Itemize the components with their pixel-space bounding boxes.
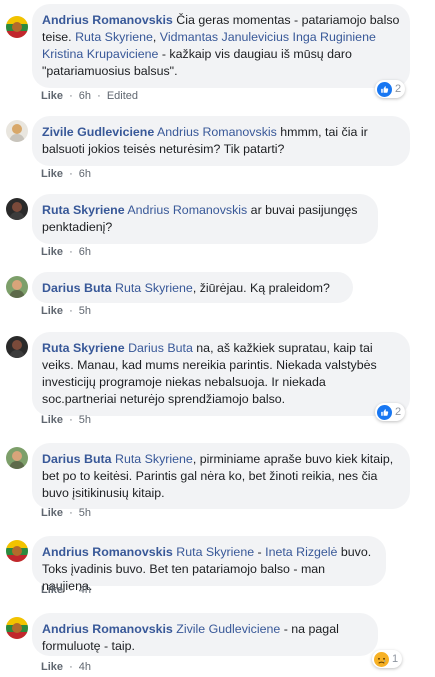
avatar-flag[interactable] (6, 540, 28, 562)
comment-time[interactable]: 4h (79, 584, 91, 596)
like-button[interactable]: Like (41, 661, 63, 673)
comment-actions: Like · 6h (41, 168, 92, 180)
like-button[interactable]: Like (41, 90, 63, 102)
comment-text: - (254, 545, 266, 559)
comment-bubble: Andrius Romanovskis Čia geras momentas -… (32, 4, 410, 88)
comment-time[interactable]: 4h (79, 661, 91, 673)
like-button[interactable]: Like (41, 246, 63, 258)
comment-time[interactable]: 5h (79, 414, 91, 426)
sad-reaction-icon (374, 651, 389, 667)
comment-bubble: Ruta Skyriene Darius Buta na, aš kažkiek… (32, 332, 410, 416)
mention-link[interactable]: Vidmantas Janulevicius (160, 30, 289, 44)
reaction-summary[interactable]: 2 (375, 80, 406, 98)
comment-bubble: Darius Buta Ruta Skyriene, žiūrėjau. Ką … (32, 272, 353, 303)
mention-link[interactable]: Ruta Skyriene (115, 452, 193, 466)
avatar-photo[interactable] (6, 276, 28, 298)
mention-link[interactable]: Inga Ruginiene (293, 30, 376, 44)
avatar-photo[interactable] (6, 198, 28, 220)
comment-actions: Like · 5h (41, 507, 92, 519)
comment-bubble: Ruta Skyriene Andrius Romanovskis ar buv… (32, 194, 378, 244)
comment-author[interactable]: Zivile Gudleviciene (42, 125, 154, 139)
comment-text: , žiūrėjau. Ką praleidom? (192, 281, 330, 295)
comment-bubble: Zivile Gudleviciene Andrius Romanovskis … (32, 116, 410, 166)
like-button[interactable]: Like (41, 168, 63, 180)
mention-link[interactable]: Andrius Romanovskis (157, 125, 277, 139)
like-reaction-icon (377, 404, 392, 420)
like-button[interactable]: Like (41, 305, 63, 317)
avatar-flag[interactable] (6, 617, 28, 639)
comment-author[interactable]: Ruta Skyriene (42, 341, 125, 355)
avatar-photo[interactable] (6, 336, 28, 358)
like-reaction-icon (377, 81, 392, 97)
comment-author[interactable]: Andrius Romanovskis (42, 545, 173, 559)
comment-author[interactable]: Andrius Romanovskis (42, 622, 173, 636)
comment-time[interactable]: 6h (79, 90, 91, 102)
comment-time[interactable]: 6h (79, 246, 91, 258)
comment-bubble: Darius Buta Ruta Skyriene, pirminiame ap… (32, 443, 410, 509)
comment-actions: Like · 4h (41, 584, 92, 596)
reaction-count: 2 (395, 406, 402, 418)
mention-link[interactable]: Kristina Krupaviciene (42, 47, 158, 61)
comment-text: , (152, 30, 160, 44)
mention-link[interactable]: Andrius Romanovskis (127, 203, 247, 217)
avatar-flag[interactable] (6, 16, 28, 38)
reaction-summary[interactable]: 1 (372, 650, 403, 668)
mention-link[interactable]: Ruta Skyriene (115, 281, 193, 295)
comment-time[interactable]: 5h (79, 305, 91, 317)
comment-author[interactable]: Darius Buta (42, 452, 112, 466)
like-button[interactable]: Like (41, 414, 63, 426)
comment-actions: Like · 4h (41, 661, 92, 673)
comment-actions: Like · 6h (41, 246, 92, 258)
comment-time[interactable]: 6h (79, 168, 91, 180)
like-button[interactable]: Like (41, 584, 63, 596)
edited-label[interactable]: Edited (107, 90, 138, 102)
reaction-count: 2 (395, 83, 402, 95)
comment-actions: Like · 5h (41, 414, 92, 426)
mention-link[interactable]: Darius Buta (128, 341, 193, 355)
mention-link[interactable]: Ruta Skyriene (176, 545, 254, 559)
comment-time[interactable]: 5h (79, 507, 91, 519)
mention-link[interactable]: Ineta Rizgelė (265, 545, 337, 559)
mention-link[interactable]: Zivile Gudleviciene (176, 622, 280, 636)
comment-bubble: Andrius Romanovskis Ruta Skyriene - Inet… (32, 536, 386, 593)
reaction-count: 1 (392, 653, 399, 665)
comment-author[interactable]: Andrius Romanovskis (42, 13, 173, 27)
avatar-photo[interactable] (6, 120, 28, 142)
comment-author[interactable]: Ruta Skyriene (42, 203, 125, 217)
mention-link[interactable]: Ruta Skyriene (75, 30, 153, 44)
comment-author[interactable]: Darius Buta (42, 281, 112, 295)
comment-actions: Like · 6h · Edited (41, 90, 139, 102)
avatar-photo[interactable] (6, 447, 28, 469)
comment-actions: Like · 5h (41, 305, 92, 317)
reaction-summary[interactable]: 2 (375, 403, 406, 421)
comment-bubble: Andrius Romanovskis Zivile Gudleviciene … (32, 613, 378, 656)
like-button[interactable]: Like (41, 507, 63, 519)
